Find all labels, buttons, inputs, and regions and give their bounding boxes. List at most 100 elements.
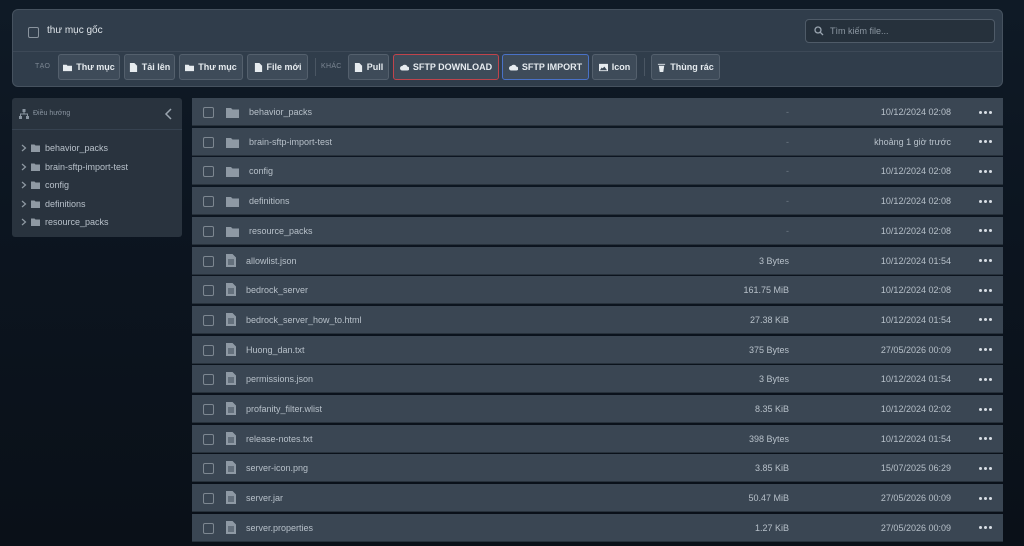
more-actions-icon[interactable] bbox=[979, 403, 993, 415]
file-date: 10/12/2024 01:54 bbox=[880, 374, 951, 385]
file-name[interactable]: brain-sftp-import-test bbox=[249, 137, 332, 147]
more-actions-icon[interactable] bbox=[979, 462, 993, 474]
file-row[interactable]: server.jar 50.47 MiB 27/05/2026 00:09 bbox=[192, 484, 1003, 513]
row-checkbox[interactable] bbox=[203, 225, 214, 237]
file-row[interactable]: profanity_filter.wlist 8.35 KiB 10/12/2024… bbox=[192, 395, 1003, 423]
row-checkbox[interactable] bbox=[203, 344, 214, 356]
chevron-right-icon[interactable] bbox=[20, 144, 28, 152]
file-row[interactable]: release-notes.txt 398 Bytes 10/12/2024 01:… bbox=[192, 424, 1003, 453]
sidebar-item[interactable]: brain-sftp-import-test bbox=[20, 159, 175, 175]
file-name[interactable]: resource_packs bbox=[249, 226, 313, 236]
folder-row[interactable]: brain-sftp-import-test - khoảng 1 giờ trướ… bbox=[192, 127, 1003, 156]
row-checkbox[interactable] bbox=[203, 374, 214, 386]
file-name[interactable]: allowlist.json bbox=[246, 256, 297, 266]
row-checkbox[interactable] bbox=[203, 493, 214, 505]
more-actions-icon[interactable] bbox=[979, 225, 993, 237]
select-all-checkbox[interactable] bbox=[28, 27, 39, 38]
new-folder-label: Thư mục bbox=[76, 62, 115, 72]
more-actions-icon[interactable] bbox=[979, 373, 993, 385]
more-actions-icon[interactable] bbox=[979, 136, 993, 148]
file-download-icon bbox=[354, 62, 362, 72]
more-actions-icon[interactable] bbox=[979, 106, 993, 118]
chevron-right-icon[interactable] bbox=[20, 200, 28, 208]
file-row[interactable]: allowlist.json 3 Bytes 10/12/2024 01:54 bbox=[192, 246, 1003, 275]
folder-icon bbox=[31, 163, 40, 171]
upload-folder-button[interactable]: Thư mục bbox=[179, 54, 243, 80]
root-folder-label[interactable]: thư mục gốc bbox=[47, 25, 103, 36]
file-name[interactable]: server.properties bbox=[246, 523, 313, 533]
sidebar-item[interactable]: definitions bbox=[20, 196, 175, 212]
row-checkbox[interactable] bbox=[203, 522, 214, 534]
row-checkbox[interactable] bbox=[203, 463, 214, 475]
file-date: 10/12/2024 02:08 bbox=[880, 225, 951, 236]
sftp-download-button[interactable]: SFTP DOWNLOAD bbox=[393, 54, 499, 80]
folder-row[interactable]: resource_packs - 10/12/2024 02:08 bbox=[192, 216, 1003, 245]
pull-button[interactable]: Pull bbox=[348, 54, 389, 80]
file-name[interactable]: profanity_filter.wlist bbox=[246, 404, 322, 414]
more-actions-icon[interactable] bbox=[979, 522, 993, 534]
more-actions-icon[interactable] bbox=[979, 284, 993, 296]
file-name[interactable]: definitions bbox=[249, 196, 290, 206]
icon-button[interactable]: Icon bbox=[592, 54, 637, 80]
toolbar-actions: TẠO Thư mục Tải lên Thư mục File mới KHÁ… bbox=[13, 54, 1002, 80]
sitemap-icon bbox=[19, 109, 29, 119]
sftp-import-label: SFTP IMPORT bbox=[521, 62, 583, 72]
file-name[interactable]: server.jar bbox=[246, 493, 283, 503]
search-input[interactable] bbox=[830, 20, 990, 42]
file-row[interactable]: bedrock_server 161.75 MiB 10/12/2024 02:08 bbox=[192, 276, 1003, 305]
more-actions-icon[interactable] bbox=[979, 314, 993, 326]
file-row[interactable]: bedrock_server_how_to.html 27.38 KiB 10/12… bbox=[192, 305, 1003, 334]
file-name[interactable]: release-notes.txt bbox=[246, 434, 313, 444]
more-actions-icon[interactable] bbox=[979, 344, 993, 356]
file-row[interactable]: server-icon.png 3.85 KiB 15/07/2025 06:29 bbox=[192, 454, 1003, 483]
more-actions-icon[interactable] bbox=[979, 492, 993, 504]
upload-button[interactable]: Tải lên bbox=[124, 54, 175, 80]
file-row[interactable]: server.properties 1.27 KiB 27/05/2026 00:0… bbox=[192, 513, 1003, 542]
upload-label: Tải lên bbox=[141, 62, 171, 72]
sidebar-item-label: resource_packs bbox=[45, 217, 109, 227]
row-checkbox[interactable] bbox=[203, 404, 214, 415]
new-folder-button[interactable]: Thư mục bbox=[58, 54, 120, 80]
sidebar-item[interactable]: behavior_packs bbox=[20, 140, 175, 156]
more-actions-icon[interactable] bbox=[979, 433, 993, 445]
pull-label: Pull bbox=[366, 62, 384, 72]
chevron-right-icon[interactable] bbox=[20, 218, 28, 226]
row-checkbox[interactable] bbox=[203, 433, 214, 445]
file-size: 161.75 MiB bbox=[743, 285, 789, 296]
more-actions-icon[interactable] bbox=[979, 165, 993, 177]
sidebar-item[interactable]: resource_packs bbox=[20, 214, 175, 230]
sidebar-item[interactable]: config bbox=[20, 177, 175, 193]
file-row[interactable]: permissions.json 3 Bytes 10/12/2024 01:54 bbox=[192, 365, 1003, 394]
file-name[interactable]: behavior_packs bbox=[249, 107, 312, 117]
row-checkbox[interactable] bbox=[203, 314, 214, 326]
file-name[interactable]: bedrock_server_how_to.html bbox=[246, 315, 362, 325]
more-actions-icon[interactable] bbox=[979, 255, 993, 267]
file-name[interactable]: bedrock_server bbox=[246, 285, 308, 295]
chevron-right-icon[interactable] bbox=[20, 181, 28, 189]
folder-row[interactable]: config - 10/12/2024 02:08 bbox=[192, 157, 1003, 186]
row-checkbox[interactable] bbox=[203, 285, 214, 297]
sidebar-item-label: definitions bbox=[45, 198, 86, 209]
file-size: 1.27 KiB bbox=[754, 522, 789, 533]
file-row[interactable]: Huong_dan.txt 375 Bytes 27/05/2026 00:09 bbox=[192, 335, 1003, 364]
file-name[interactable]: Huong_dan.txt bbox=[246, 345, 305, 355]
row-checkbox[interactable] bbox=[203, 136, 214, 148]
more-actions-icon[interactable] bbox=[979, 195, 993, 207]
folder-row[interactable]: behavior_packs - 10/12/2024 02:08 bbox=[192, 98, 1003, 126]
file-text-icon bbox=[226, 402, 236, 415]
row-checkbox[interactable] bbox=[203, 107, 214, 118]
chevron-left-icon[interactable] bbox=[164, 108, 174, 120]
row-checkbox[interactable] bbox=[203, 196, 214, 208]
file-name[interactable]: permissions.json bbox=[246, 374, 313, 384]
file-name[interactable]: config bbox=[249, 166, 273, 176]
folder-row[interactable]: definitions - 10/12/2024 02:08 bbox=[192, 187, 1003, 216]
chevron-right-icon[interactable] bbox=[20, 163, 28, 171]
row-checkbox[interactable] bbox=[203, 166, 214, 178]
trash-button[interactable]: Thùng rác bbox=[651, 54, 720, 80]
file-date: 10/12/2024 02:08 bbox=[880, 285, 951, 296]
sftp-import-button[interactable]: SFTP IMPORT bbox=[502, 54, 589, 80]
file-name[interactable]: server-icon.png bbox=[246, 463, 308, 473]
row-checkbox[interactable] bbox=[203, 255, 214, 267]
navigation-sidebar: Điều hướng behavior_packs brain-sftp-impo… bbox=[12, 98, 182, 237]
new-file-button[interactable]: File mới bbox=[247, 54, 308, 80]
